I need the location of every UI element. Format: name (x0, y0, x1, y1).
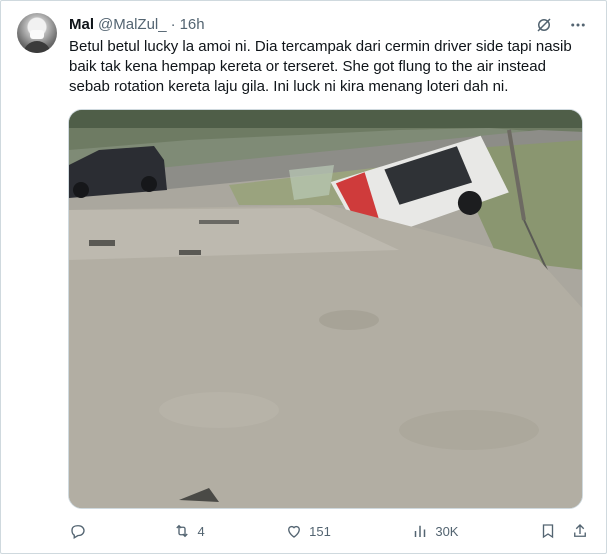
like-icon (288, 525, 301, 538)
reply-button[interactable] (69, 522, 93, 540)
header-icons (534, 15, 588, 35)
tweet-header: Mal @MalZul_ · 16h (69, 14, 205, 34)
tweet-card[interactable]: Mal @MalZul_ · 16h Betul betul lucky la … (0, 0, 607, 554)
retweet-button[interactable]: 4 (173, 522, 205, 540)
retweet-count: 4 (197, 523, 205, 539)
avatar[interactable] (17, 13, 57, 53)
more-icon[interactable] (568, 15, 588, 35)
separator-dot: · (170, 15, 176, 33)
crash-scene-image (69, 110, 582, 508)
tweet-actions: 4 151 30K (69, 520, 589, 542)
grok-icon[interactable] (534, 15, 554, 35)
avatar-mask-shape (30, 30, 44, 39)
share-button[interactable] (571, 522, 589, 540)
tweet-text: Betul betul lucky la amoi ni. Dia tercam… (69, 38, 572, 95)
timestamp[interactable]: 16h (180, 16, 205, 33)
like-count: 151 (309, 523, 331, 539)
like-button[interactable]: 151 (285, 522, 331, 540)
reply-icon (71, 525, 85, 539)
actions-right (539, 522, 589, 540)
views-count: 30K (435, 523, 459, 539)
display-name[interactable]: Mal (69, 16, 94, 33)
user-handle[interactable]: @MalZul_ (98, 16, 167, 33)
views-icon (415, 525, 426, 537)
avatar-body-shape (23, 41, 51, 53)
retweet-icon (176, 524, 189, 538)
views-button[interactable]: 30K (411, 522, 458, 540)
bookmark-button[interactable] (539, 522, 557, 540)
bookmark-icon (542, 524, 554, 539)
tweet-media-image[interactable] (68, 109, 583, 509)
share-icon (574, 524, 586, 537)
